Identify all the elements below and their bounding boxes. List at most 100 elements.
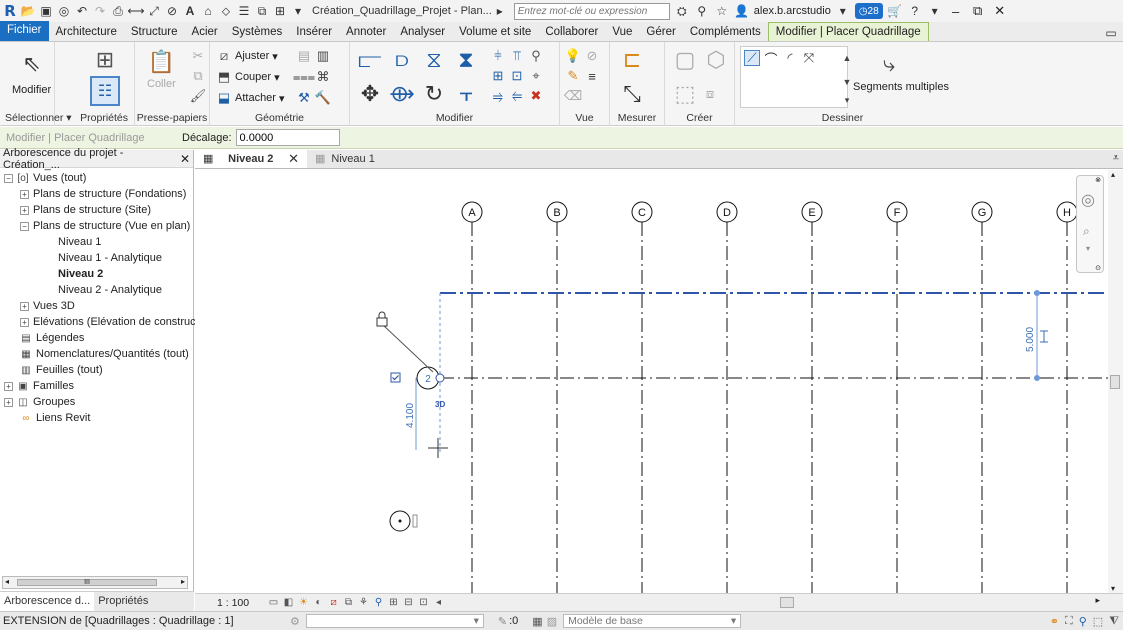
grid-label-h[interactable]: H: [1063, 207, 1071, 219]
hide-bubble-checkbox[interactable]: [390, 372, 401, 383]
dimension-toggle-icon[interactable]: [1040, 330, 1048, 343]
lock-shackle[interactable]: [378, 311, 386, 318]
offset-input[interactable]: [235, 129, 340, 146]
rotate-button[interactable]: ↻: [420, 80, 448, 108]
expand-icon[interactable]: +: [20, 301, 29, 311]
reveal-hidden-icon[interactable]: ⚲: [372, 596, 385, 609]
tab-volume-et-site[interactable]: Volume et site: [452, 23, 538, 41]
view-scale[interactable]: 1 : 100: [217, 597, 267, 609]
navbar-close-icon[interactable]: ⊗: [1095, 176, 1101, 184]
measure-icon[interactable]: ⟷: [127, 3, 144, 19]
tree-node-vue-en-plan[interactable]: − Plans de structure (Vue en plan): [20, 218, 190, 234]
draw-tools[interactable]: ⟋ ⌒ ◜ ⤧: [744, 50, 817, 67]
move-button[interactable]: ✥: [356, 80, 384, 108]
minimize-icon[interactable]: –: [947, 4, 965, 19]
tab-annoter[interactable]: Annoter: [339, 23, 393, 41]
tab-structure[interactable]: Structure: [124, 23, 185, 41]
editing-requests-icon[interactable]: ✎: [498, 615, 507, 628]
cut-button[interactable]: ✂: [190, 48, 206, 64]
visual-style-icon[interactable]: ◧: [282, 596, 295, 609]
detail-level-icon[interactable]: ▭: [267, 596, 280, 609]
tab-acier[interactable]: Acier: [185, 23, 225, 41]
temp-dim-value-2[interactable]: 5.000: [1025, 327, 1036, 352]
grid-label-f[interactable]: F: [894, 207, 901, 219]
scroll-thumb[interactable]: III: [17, 579, 157, 586]
canvas-hscroll[interactable]: ▸: [480, 595, 1100, 608]
save-icon[interactable]: ▣: [38, 3, 54, 19]
split-button[interactable]: ⫩ ⫪ ⚲: [490, 48, 544, 64]
tag-3d[interactable]: 3D: [435, 400, 445, 409]
tag-icon[interactable]: ⊘: [164, 3, 180, 19]
properties-button[interactable]: ☷: [90, 76, 120, 106]
binoculars-icon[interactable]: ⛭: [674, 3, 690, 19]
hscroll-thumb[interactable]: [780, 597, 794, 608]
cope-button[interactable]: ⧄ Ajuster ▾: [216, 48, 278, 64]
align-button[interactable]: ⫍: [356, 46, 384, 74]
copy-element-button[interactable]: ⟴: [388, 80, 416, 108]
lock-icon[interactable]: [376, 317, 388, 327]
sun-path-icon[interactable]: ☀: [297, 596, 310, 609]
tab-modifier-placer-quadrillage[interactable]: Modifier | Placer Quadrillage: [767, 22, 929, 41]
tree-node-feuilles[interactable]: ▥ Feuilles (tout): [20, 362, 102, 378]
view-tabs-menu-icon[interactable]: ⩡: [1109, 152, 1123, 168]
view-tab-niveau-2[interactable]: ▦ Niveau 2 ✕: [195, 149, 307, 168]
thin-lines-icon[interactable]: ☰: [236, 3, 252, 19]
elevation-marker-dot[interactable]: [398, 519, 402, 523]
tree-node-fondations[interactable]: + Plans de structure (Fondations): [20, 186, 186, 202]
new-grid-number[interactable]: 2: [425, 374, 431, 385]
tab-inserer[interactable]: Insérer: [289, 23, 339, 41]
tree-node-niveau-2-analytique[interactable]: Niveau 2 - Analytique: [58, 282, 162, 298]
open-icon[interactable]: 📂: [20, 3, 36, 19]
worksets-icon[interactable]: ⚙: [290, 615, 300, 628]
collapse-icon[interactable]: −: [4, 173, 13, 183]
undo-icon[interactable]: ↶: [74, 3, 90, 19]
select-by-face-icon[interactable]: ⬚: [1093, 615, 1103, 628]
grid-drawing[interactable]: A B C D E F G H 2 3D 4.100 5.000: [195, 170, 1123, 593]
tab-gerer[interactable]: Gérer: [639, 23, 682, 41]
canvas-vscroll[interactable]: ▴ ▾: [1108, 170, 1123, 593]
panel-title-selectionner[interactable]: Sélectionner ▾: [5, 112, 72, 124]
view-tab-niveau-1[interactable]: ▦ Niveau 1: [307, 149, 383, 168]
array-button[interactable]: ⊞ ⊡ ⌖: [490, 68, 544, 84]
text-icon[interactable]: A: [182, 3, 198, 19]
match-properties-button[interactable]: 🖌: [190, 88, 207, 104]
select-pinned-icon[interactable]: ⚲: [1079, 615, 1087, 628]
grid-label-c[interactable]: C: [638, 207, 646, 219]
cut-geometry-button[interactable]: ⬒ Couper ▾: [216, 69, 280, 85]
create-parts-button[interactable]: ▢ ⬡: [671, 46, 730, 74]
tree-node-liens-revit[interactable]: ∞ Liens Revit: [20, 410, 90, 426]
expand-icon[interactable]: +: [4, 397, 13, 407]
pick-lines-icon[interactable]: ⤧: [801, 50, 817, 66]
tab-complements[interactable]: Compléments: [683, 23, 768, 41]
design-options-icon-2[interactable]: ▨: [547, 615, 557, 628]
constraints-icon[interactable]: ⊡: [417, 596, 430, 609]
tree-node-niveau-1[interactable]: Niveau 1: [58, 234, 101, 250]
filter-icon[interactable]: ⧨: [1109, 615, 1119, 628]
tab-analyser[interactable]: Analyser: [393, 23, 452, 41]
navbar-options-icon[interactable]: ⊙: [1095, 264, 1101, 272]
help-icon[interactable]: ?: [907, 3, 923, 19]
browser-close-icon[interactable]: ✕: [180, 152, 190, 166]
design-options-icon[interactable]: ▦: [532, 615, 542, 628]
worksharing-icon[interactable]: ⊞: [387, 596, 400, 609]
tab-properties[interactable]: Propriétés: [94, 592, 152, 611]
dimension-button[interactable]: ⤡: [618, 80, 646, 108]
tree-node-groupes[interactable]: + ◫ Groupes: [4, 394, 75, 410]
user-name[interactable]: alex.b.arcstudio: [754, 5, 831, 17]
close-hidden-icon[interactable]: ⧉: [254, 3, 270, 19]
arc-start-end-icon[interactable]: ⌒: [763, 50, 779, 67]
zoom-icon[interactable]: ⌕: [1083, 224, 1090, 239]
expand-icon[interactable]: +: [20, 205, 29, 215]
temp-hide-icon[interactable]: ⚘: [357, 596, 370, 609]
scroll-down-icon[interactable]: ▾: [1111, 584, 1115, 593]
type-properties-button[interactable]: ⊞: [91, 46, 119, 74]
crop-view-icon[interactable]: ⧄: [327, 596, 340, 609]
mirror-pick-button[interactable]: ⧖: [420, 46, 448, 74]
scroll-up-icon[interactable]: ▴: [1111, 170, 1115, 179]
select-underlay-icon[interactable]: ⛶: [1065, 615, 1073, 628]
scroll-left-icon[interactable]: ◂: [432, 596, 445, 609]
expand-icon[interactable]: +: [20, 317, 29, 327]
temp-dim-end-1[interactable]: [1034, 290, 1040, 296]
paste-button[interactable]: 📋 Coller: [147, 48, 176, 90]
design-option-select[interactable]: Modèle de base ▾: [563, 614, 742, 628]
